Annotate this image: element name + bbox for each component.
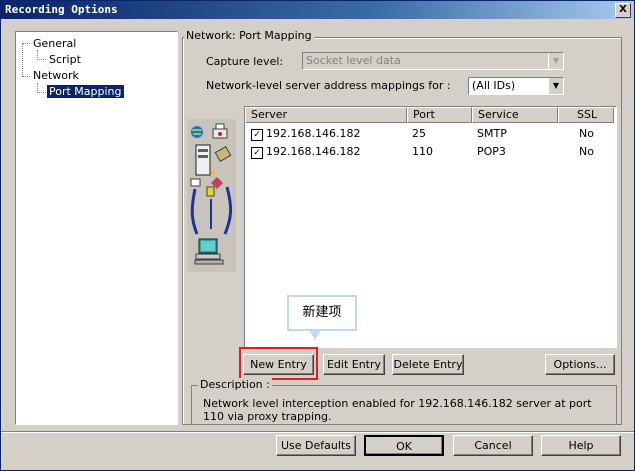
delete-entry-button[interactable]: Delete Entry (392, 354, 464, 375)
cell-port: 110 (412, 145, 433, 158)
edit-entry-button[interactable]: Edit Entry (323, 354, 385, 375)
column-header-ssl[interactable]: SSL (558, 107, 614, 123)
network-illustration-art (190, 123, 233, 265)
printer-icon (212, 123, 228, 139)
tree-line (37, 92, 46, 93)
chevron-down-icon: ▼ (548, 78, 563, 94)
tooltip-callout: 新建项 (287, 295, 357, 340)
tree-item-port-mapping[interactable]: Port Mapping (47, 85, 124, 98)
options-button[interactable]: Options... (545, 354, 615, 375)
window-title: Recording Options (5, 3, 118, 16)
mapping-id-value: (All IDs) (472, 79, 516, 92)
use-defaults-button[interactable]: Use Defaults (276, 435, 356, 456)
network-icon (190, 177, 233, 235)
close-button[interactable]: X (615, 3, 631, 18)
capture-level-label: Capture level: (206, 55, 284, 68)
title-bar: Recording Options X (1, 1, 634, 19)
help-button[interactable]: Help (541, 435, 621, 456)
cell-service: SMTP (477, 127, 507, 140)
chevron-down-icon: ▼ (548, 53, 563, 69)
disk-icon (214, 145, 232, 163)
row-checkbox[interactable]: ✓ (251, 147, 263, 159)
server-icon (195, 144, 216, 177)
capture-level-select[interactable]: Socket level data ▼ (302, 52, 564, 70)
cell-port: 25 (412, 127, 426, 140)
footer-divider (1, 431, 634, 433)
options-tree[interactable]: General Script Network Port Mapping (15, 31, 178, 425)
globe-icon (191, 126, 203, 138)
cell-server: 192.168.146.182 (266, 145, 361, 158)
group-label: Network: Port Mapping (184, 29, 314, 42)
ok-button[interactable]: OK (364, 435, 444, 456)
tree-line (22, 43, 23, 77)
cancel-button[interactable]: Cancel (453, 435, 533, 456)
network-illustration (187, 119, 236, 272)
table-row[interactable]: ✓ 192.168.146.182 25 SMTP No (245, 126, 614, 142)
highlight-box (239, 347, 318, 380)
tree-line (22, 76, 30, 77)
mapping-id-select[interactable]: (All IDs) ▼ (468, 77, 564, 95)
tree-item-general[interactable]: General (33, 37, 76, 50)
description-text: Network level interception enabled for 1… (203, 397, 592, 423)
mapping-label: Network-level server address mappings fo… (206, 79, 451, 92)
description-label: Description : (198, 378, 272, 391)
column-header-port[interactable]: Port (407, 107, 472, 123)
table-row[interactable]: ✓ 192.168.146.182 110 POP3 No (245, 144, 614, 160)
cell-ssl: No (579, 145, 594, 158)
tree-item-network[interactable]: Network (33, 69, 79, 82)
column-header-service[interactable]: Service (472, 107, 558, 123)
computer-icon (194, 238, 224, 265)
cell-ssl: No (579, 127, 594, 140)
tree-item-script[interactable]: Script (49, 53, 81, 66)
cell-service: POP3 (477, 145, 506, 158)
capture-level-value: Socket level data (306, 54, 401, 67)
tree-line (22, 43, 30, 44)
recording-options-dialog: Recording Options X General Script Netwo… (0, 0, 635, 471)
row-checkbox[interactable]: ✓ (251, 129, 263, 141)
column-header-server[interactable]: Server (245, 107, 407, 123)
tree-line (37, 59, 46, 60)
cell-server: 192.168.146.182 (266, 127, 361, 140)
